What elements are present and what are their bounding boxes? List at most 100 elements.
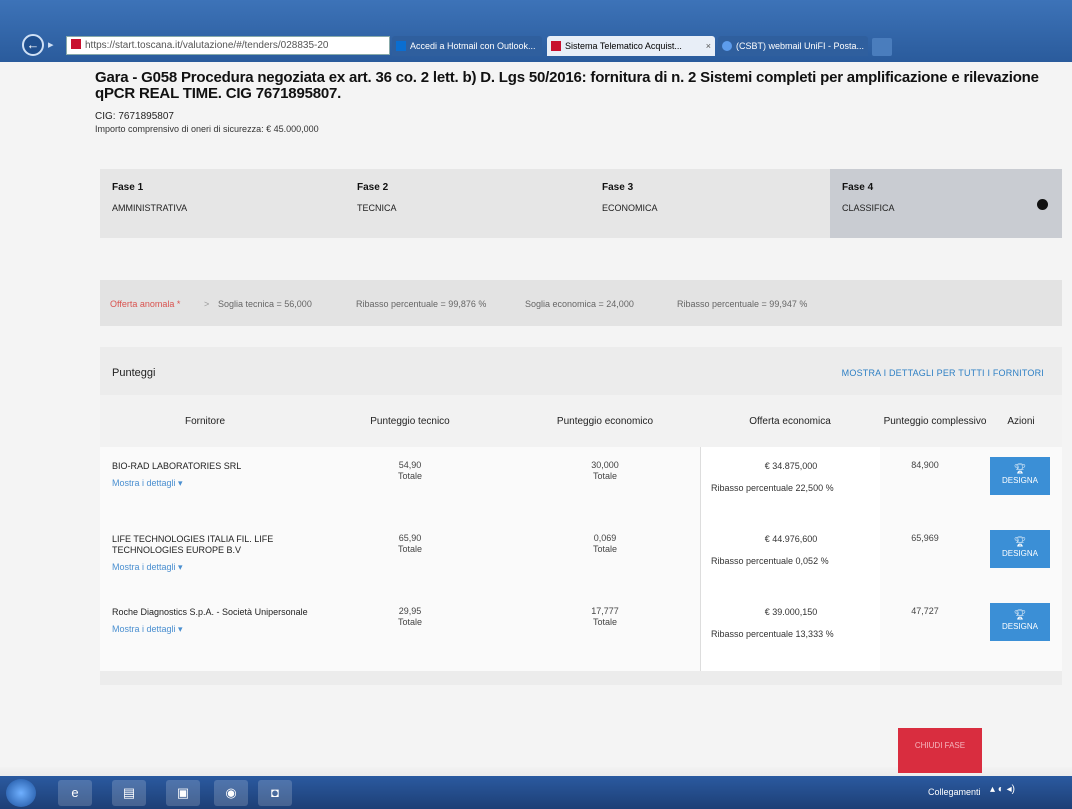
- site-favicon-icon: [551, 41, 561, 51]
- internet-explorer-icon[interactable]: e: [58, 780, 92, 806]
- punteggio-tecnico-value: 65,90: [398, 533, 422, 543]
- outlook-icon: [396, 41, 406, 51]
- trophy-icon: 🏆︎: [1013, 464, 1027, 475]
- site-favicon-icon: [71, 39, 81, 49]
- forward-arrow-icon[interactable]: ▸: [48, 38, 54, 51]
- totale-label: Totale: [397, 544, 423, 554]
- offerta-economica-cell: € 39.000,150 Ribasso percentuale 13,333 …: [700, 593, 880, 671]
- punteggio-tecnico-value: 54,90: [398, 460, 422, 470]
- page-content: Gara - G058 Procedura negoziata ex art. …: [0, 62, 1072, 809]
- designa-label: DESIGNA: [1001, 476, 1038, 485]
- thresholds-bar: Offerta anomala * > Soglia tecnica = 56,…: [100, 280, 1062, 326]
- designa-button[interactable]: 🏆︎ DESIGNA: [990, 457, 1050, 495]
- punteggio-tecnico-value: 29,95: [398, 606, 422, 616]
- column-header-economico: Punteggio economico: [556, 415, 654, 427]
- offerta-amount: € 44.976,600: [764, 534, 818, 544]
- column-header-complessivo: Punteggio complessivo: [883, 415, 987, 427]
- chevron-right-icon: >: [204, 299, 210, 309]
- trophy-icon: 🏆︎: [1013, 610, 1027, 621]
- phase-3[interactable]: Fase 3 ECONOMICA: [590, 169, 835, 238]
- totale-label: Totale: [592, 471, 618, 481]
- column-header-offerta: Offerta economica: [749, 415, 831, 427]
- offerta-anomala-label: Offerta anomala *: [110, 299, 181, 309]
- punteggio-economico-value: 17,777: [591, 606, 619, 616]
- offerta-economica-cell: € 44.976,600 Ribasso percentuale 0,052 %: [700, 520, 880, 593]
- tab-label: (CSBT) webmail UniFI - Posta...: [736, 41, 865, 51]
- phase-4-active[interactable]: Fase 4 CLASSIFICA: [830, 169, 1062, 238]
- trophy-icon: 🏆︎: [1013, 537, 1027, 548]
- phase-name: CLASSIFICA: [842, 203, 895, 213]
- ribasso-tecnico: Ribasso percentuale = 99,876 %: [356, 299, 487, 309]
- offerta-amount: € 34.875,000: [764, 461, 818, 471]
- punteggio-complessivo-value: 65,969: [911, 533, 939, 543]
- chrome-icon[interactable]: ◉: [214, 780, 248, 806]
- fornitore-name: Roche Diagnostics S.p.A. - Società Unipe…: [112, 607, 308, 617]
- file-explorer-icon[interactable]: ▤: [112, 780, 146, 806]
- fornitore-name: LIFE TECHNOLOGIES ITALIA FIL. LIFE TECHN…: [112, 534, 274, 555]
- tab-hotmail[interactable]: Accedi a Hotmail con Outlook...: [392, 36, 542, 56]
- designa-label: DESIGNA: [1001, 622, 1038, 631]
- active-dot-icon: [1037, 199, 1048, 210]
- phase-name: AMMINISTRATIVA: [112, 203, 188, 213]
- tray-links-label[interactable]: Collegamenti: [928, 787, 981, 797]
- column-header-azioni: Azioni: [1007, 415, 1035, 427]
- start-button-icon[interactable]: [6, 779, 36, 807]
- phase-1[interactable]: Fase 1 AMMINISTRATIVA: [100, 169, 345, 238]
- punteggio-economico-cell: 17,777 Totale: [510, 606, 700, 628]
- phase-2[interactable]: Fase 2 TECNICA: [345, 169, 590, 238]
- pdf-icon[interactable]: ▣: [166, 780, 200, 806]
- address-bar[interactable]: https://start.toscana.it/valutazione/#/t…: [66, 36, 390, 55]
- punteggio-tecnico-cell: 54,90 Totale: [310, 460, 510, 482]
- punteggio-economico-value: 30,000: [591, 460, 619, 470]
- browser-toolbar: ← ▸ https://start.toscana.it/valutazione…: [0, 0, 1072, 62]
- tab-label: Sistema Telematico Acquist...: [565, 41, 682, 51]
- table-row: LIFE TECHNOLOGIES ITALIA FIL. LIFE TECHN…: [100, 520, 1062, 593]
- totale-label: Totale: [397, 471, 423, 481]
- importo-label: Importo comprensivo di oneri di sicurezz…: [95, 124, 319, 134]
- tab-label: Accedi a Hotmail con Outlook...: [410, 41, 536, 51]
- phase-number: Fase 3: [602, 182, 634, 193]
- phase-number: Fase 2: [357, 182, 389, 193]
- fornitore-cell: BIO-RAD LABORATORIES SRL Mostra i dettag…: [112, 461, 312, 489]
- fornitore-cell: Roche Diagnostics S.p.A. - Società Unipe…: [112, 607, 312, 635]
- tab-sistema-telematico[interactable]: Sistema Telematico Acquist... ×: [547, 36, 715, 56]
- phase-stepper: Fase 1 AMMINISTRATIVA Fase 2 TECNICA Fas…: [100, 169, 1062, 238]
- punteggio-economico-value: 0,069: [593, 533, 617, 543]
- phase-number: Fase 1: [112, 182, 144, 193]
- punteggio-economico-cell: 30,000 Totale: [510, 460, 700, 482]
- table-header: Fornitore Punteggio tecnico Punteggio ec…: [100, 395, 1062, 447]
- punteggio-tecnico-cell: 65,90 Totale: [310, 533, 510, 555]
- offerta-economica-cell: € 34.875,000 Ribasso percentuale 22,500 …: [700, 447, 880, 520]
- punteggio-economico-cell: 0,069 Totale: [510, 533, 700, 555]
- designa-label: DESIGNA: [1001, 549, 1038, 558]
- new-tab-button[interactable]: [872, 38, 892, 56]
- show-details-link[interactable]: Mostra i dettagli ▾: [112, 562, 312, 573]
- column-header-fornitore: Fornitore: [184, 415, 225, 427]
- ribasso-percentuale: Ribasso percentuale 0,052 %: [711, 556, 829, 566]
- show-all-details-link[interactable]: MOSTRA I DETTAGLI PER TUTTI I FORNITORI: [842, 368, 1044, 378]
- system-tray-icon[interactable]: ▴ ◐ ◂): [990, 784, 1015, 795]
- back-arrow-icon[interactable]: ←: [22, 34, 44, 56]
- outlook-icon[interactable]: ◘: [258, 780, 292, 806]
- close-phase-button[interactable]: CHIUDI FASE: [898, 728, 982, 773]
- phase-name: TECNICA: [357, 203, 397, 213]
- tab-webmail[interactable]: (CSBT) webmail UniFI - Posta...: [718, 36, 868, 56]
- column-header-tecnico: Punteggio tecnico: [370, 415, 450, 427]
- designa-button[interactable]: 🏆︎ DESIGNA: [990, 603, 1050, 641]
- ribasso-percentuale: Ribasso percentuale 13,333 %: [711, 629, 834, 639]
- close-icon[interactable]: ×: [706, 36, 711, 56]
- designa-button[interactable]: 🏆︎ DESIGNA: [990, 530, 1050, 568]
- phase-name: ECONOMICA: [602, 203, 658, 213]
- ribasso-percentuale: Ribasso percentuale 22,500 %: [711, 483, 834, 493]
- windows-taskbar: e ▤ ▣ ◉ ◘ Collegamenti ▴ ◐ ◂): [0, 776, 1072, 809]
- show-details-link[interactable]: Mostra i dettagli ▾: [112, 624, 312, 635]
- ribasso-economico: Ribasso percentuale = 99,947 %: [677, 299, 808, 309]
- show-details-link[interactable]: Mostra i dettagli ▾: [112, 478, 312, 489]
- totale-label: Totale: [592, 544, 618, 554]
- results-panel: Punteggi MOSTRA I DETTAGLI PER TUTTI I F…: [100, 347, 1062, 685]
- section-title: Punteggi: [112, 367, 156, 379]
- phase-number: Fase 4: [842, 182, 874, 193]
- table-row: BIO-RAD LABORATORIES SRL Mostra i dettag…: [100, 447, 1062, 520]
- totale-label: Totale: [592, 617, 618, 627]
- soglia-economica: Soglia economica = 24,000: [525, 299, 634, 309]
